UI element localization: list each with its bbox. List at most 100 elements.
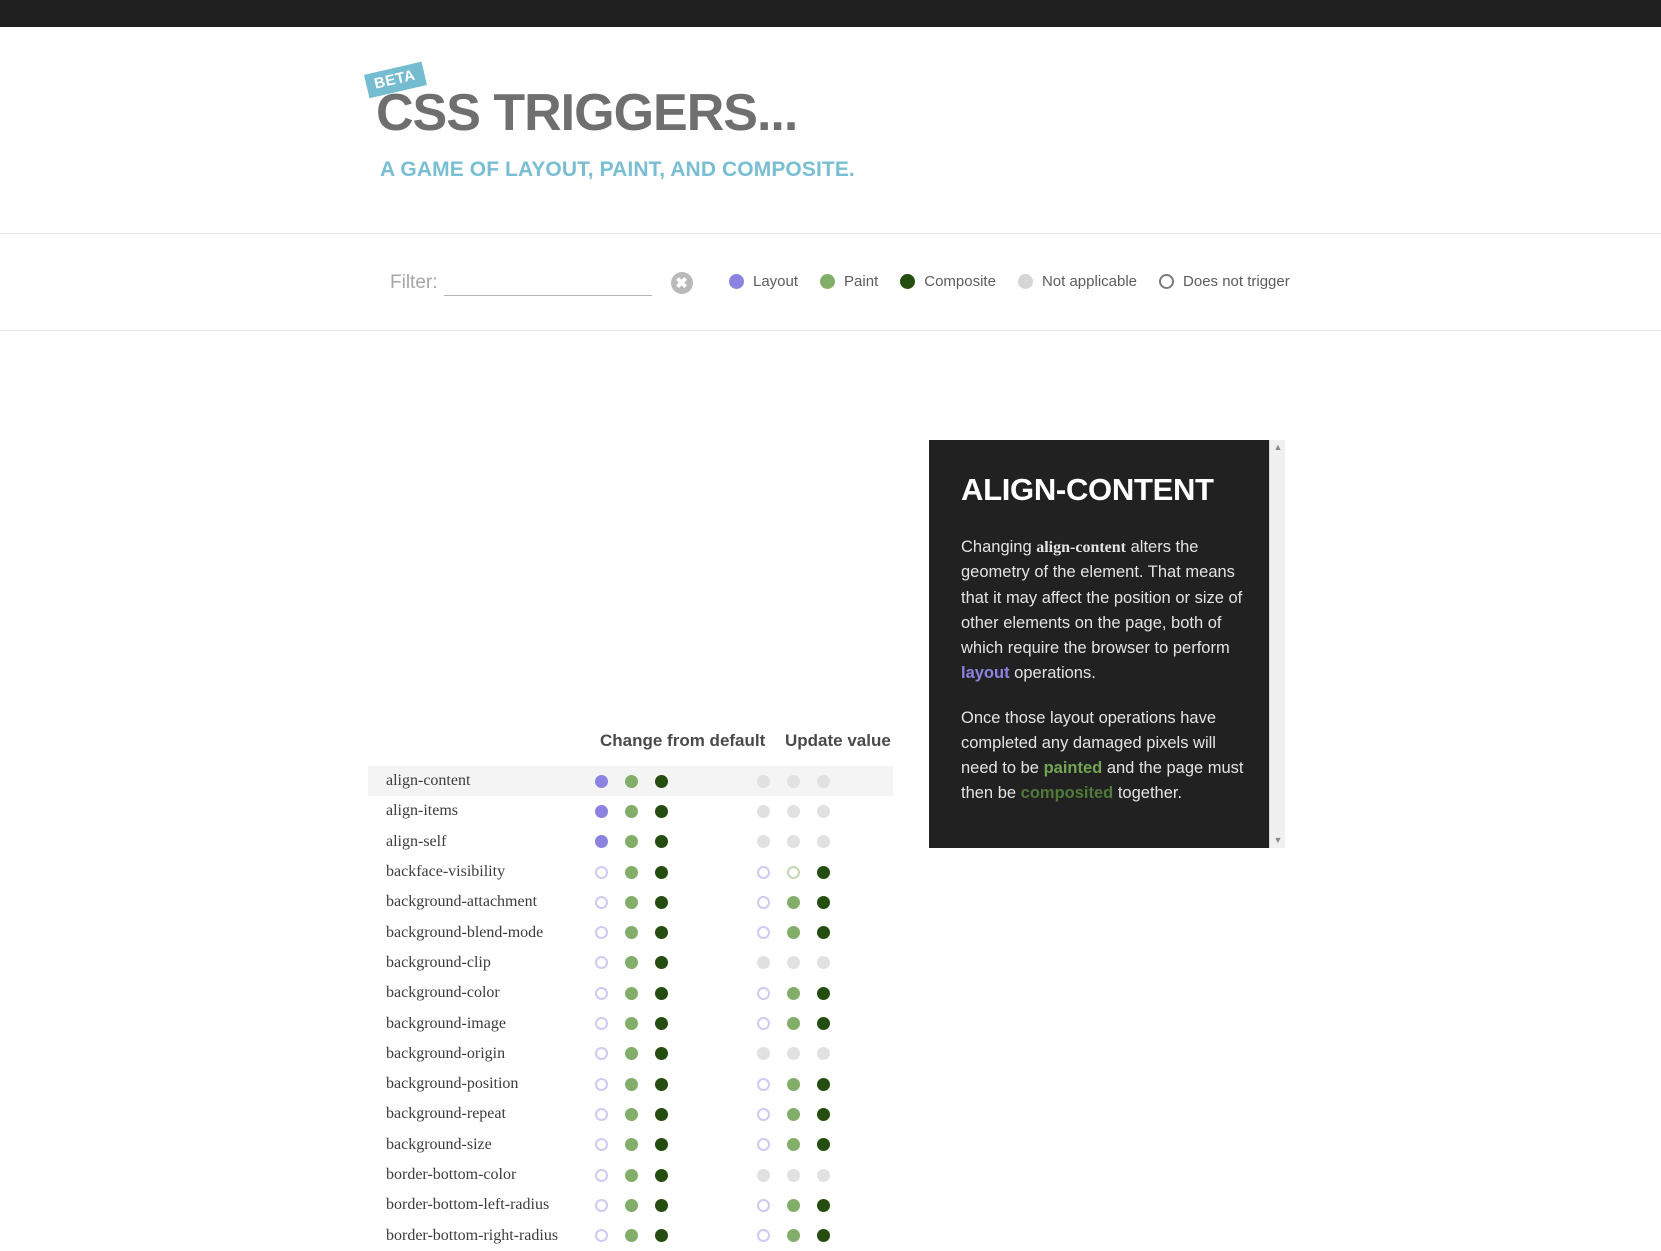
update-value-dots [757,1047,830,1061]
trigger-dot-composite [817,895,830,909]
property-name: background-size [386,1135,492,1153]
column-header-change-from-default: Change from default [600,731,766,750]
scroll-up-icon[interactable]: ▲ [1270,440,1285,455]
legend-label: Layout [753,273,799,290]
change-from-default-dots [595,774,668,788]
trigger-dot-none-layout [595,865,608,879]
legend-item-composite[interactable]: Composite [900,273,996,290]
legend-item-does-not-trigger[interactable]: Does not trigger [1159,273,1290,290]
legend-item-not-applicable[interactable]: Not applicable [1017,273,1137,290]
legend-label: Composite [924,273,996,290]
table-row[interactable]: background-size [368,1130,893,1160]
trigger-dot-paint [787,1017,800,1031]
legend-dot-icon [900,274,916,289]
trigger-dot-paint [787,1107,800,1121]
update-value-dots [757,926,830,940]
table-row[interactable]: background-clip [368,948,893,978]
trigger-dot-paint [625,1198,638,1212]
trigger-dot-none-layout [595,1168,608,1182]
change-from-default-dots [595,835,668,849]
table-row[interactable]: backface-visibility [368,857,893,887]
legend-item-layout[interactable]: Layout [729,273,798,290]
change-from-default-dots [595,1077,668,1091]
change-from-default-dots [595,804,668,818]
trigger-dot-paint [787,1198,800,1212]
table-row[interactable]: background-color [368,978,893,1008]
filter-label: Filter: [390,272,438,293]
change-from-default-dots [595,865,668,879]
table-row[interactable]: border-bottom-right-radius [368,1220,893,1250]
table-row[interactable]: background-image [368,1008,893,1038]
table-row[interactable]: align-self [368,827,893,857]
triggers-table: Change from default Update value align-c… [0,331,1661,1244]
trigger-dot-composite [655,1017,668,1031]
info-panel-scrollbar[interactable]: ▲ ▼ [1269,440,1285,848]
table-row[interactable]: align-content [368,766,893,797]
table-body: align-content align-items align-self backfa… [368,766,893,1251]
table-row[interactable]: background-blend-mode [368,917,893,947]
trigger-dot-paint [625,1138,638,1152]
legend: Layout Paint Composite Not applicable Does n… [729,273,1290,290]
trigger-dot-paint [625,926,638,940]
table-row[interactable]: background-repeat [368,1099,893,1129]
trigger-dot-composite [817,1138,830,1152]
trigger-dot-paint [787,986,800,1000]
property-name: border-bottom-right-radius [386,1226,559,1244]
trigger-dot-na [787,1047,800,1061]
trigger-dot-layout [595,804,608,818]
trigger-dot-na [757,835,770,849]
trigger-dot-composite [655,1047,668,1061]
legend-label: Paint [844,273,879,290]
trigger-dot-none-layout [595,1229,608,1243]
trigger-dot-na [787,774,800,788]
trigger-dot-composite [817,1107,830,1121]
trigger-dot-composite [817,1229,830,1243]
legend-item-paint[interactable]: Paint [820,273,878,290]
trigger-dot-composite [655,865,668,879]
trigger-dot-paint [625,986,638,1000]
trigger-dot-composite [655,1198,668,1212]
property-name: border-bottom-color [386,1166,517,1183]
page-subtitle: A GAME OF LAYOUT, PAINT, AND COMPOSITE. [380,158,855,181]
property-name: background-origin [386,1044,506,1062]
trigger-dot-paint [625,835,638,849]
legend-dot-icon [1159,274,1175,289]
trigger-dot-na [817,804,830,818]
top-dark-bar [0,0,1661,27]
update-value-dots [757,956,830,970]
info-paragraph-1: Changing align-content alters the geomet… [961,538,1243,683]
table-row[interactable]: align-items [368,796,893,826]
trigger-dot-none-layout [757,986,770,1000]
trigger-dot-none-layout [595,956,608,970]
trigger-dot-paint [625,804,638,818]
trigger-dot-none-layout [757,865,770,879]
trigger-dot-paint [625,1229,638,1243]
trigger-dot-composite [655,956,668,970]
clear-icon[interactable]: ✖ [670,272,693,294]
table-row[interactable]: background-position [368,1069,893,1099]
update-value-dots [757,895,830,909]
trigger-dot-composite [817,1077,830,1091]
trigger-dot-none-layout [595,1138,608,1152]
update-value-dots [757,1107,830,1121]
scroll-down-icon[interactable]: ▼ [1270,833,1285,848]
trigger-dot-na [757,774,770,788]
property-name: border-bottom-left-radius [386,1196,550,1214]
table-row[interactable]: border-bottom-color [368,1160,893,1190]
trigger-dot-na [787,835,800,849]
change-from-default-dots [595,1138,668,1152]
table-row[interactable]: background-origin [368,1039,893,1069]
property-info-panel: ALIGN-CONTENT Changing align-content alt… [929,440,1285,848]
trigger-dot-na [757,956,770,970]
property-name: background-position [386,1075,519,1093]
change-from-default-dots [595,956,668,970]
trigger-dot-composite [655,1138,668,1152]
change-from-default-dots [595,926,668,940]
property-name: align-self [386,832,447,850]
table-row[interactable]: background-attachment [368,887,893,917]
trigger-dot-none-paint [787,865,800,879]
trigger-dot-none-layout [757,1077,770,1091]
search-input[interactable] [443,270,652,296]
table-row[interactable]: border-bottom-left-radius [368,1190,893,1220]
update-value-dots [757,804,830,818]
